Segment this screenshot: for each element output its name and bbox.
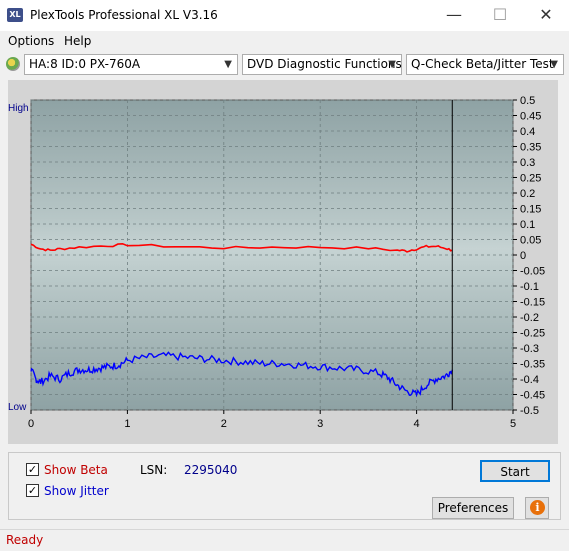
- chart-area: 012345 0.5 0.45 0.4 0.35 0.3 0.25 0.2 0.15 0.1 0.…: [8, 80, 558, 444]
- x-tick-label: 3: [317, 418, 323, 430]
- y-tick-label: -0.2: [520, 312, 539, 324]
- y-tick-label: 0.15: [520, 204, 541, 216]
- menu-options[interactable]: Options: [8, 34, 54, 48]
- y-tick-label: 0.5: [520, 95, 535, 107]
- window-title: PlexTools Professional XL V3.16: [30, 8, 218, 22]
- chevron-down-icon: ▼: [550, 59, 558, 70]
- minimize-button[interactable]: —: [431, 0, 477, 31]
- y-tick-label: -0.3: [520, 343, 539, 355]
- y-tick-label: 0.25: [520, 173, 541, 185]
- y-tick-label: 0.2: [520, 188, 535, 200]
- drive-select-value: HA:8 ID:0 PX-760A: [29, 57, 141, 71]
- y-tick-label: -0.05: [520, 266, 545, 278]
- show-jitter-label[interactable]: Show Jitter: [44, 484, 109, 498]
- y-tick-label: 0.35: [520, 142, 541, 154]
- y-tick-label: -0.1: [520, 281, 539, 293]
- x-tick-label: 4: [414, 418, 420, 430]
- y-tick-label: -0.45: [520, 390, 545, 402]
- menu-help[interactable]: Help: [64, 34, 91, 48]
- status-text: Ready: [6, 533, 44, 547]
- drive-select[interactable]: HA:8 ID:0 PX-760A ▼: [24, 54, 238, 75]
- y-tick-label: -0.5: [520, 405, 539, 417]
- y-tick-label: 0.45: [520, 111, 541, 123]
- close-button[interactable]: ✕: [523, 0, 569, 31]
- maximize-button[interactable]: ☐: [477, 0, 523, 31]
- disc-drive-icon: [6, 57, 20, 71]
- preferences-button[interactable]: Preferences: [432, 497, 514, 519]
- y-tick-label: 0.1: [520, 219, 535, 231]
- high-label: High: [8, 103, 29, 114]
- y-tick-label: -0.35: [520, 359, 545, 371]
- status-bar: [0, 529, 569, 551]
- show-jitter-checkbox[interactable]: ✓: [26, 484, 39, 497]
- y-tick-label: 0.05: [520, 235, 541, 247]
- y-tick-label: 0.4: [520, 126, 535, 138]
- lsn-label: LSN:: [140, 463, 168, 477]
- y-tick-label: 0: [520, 250, 526, 262]
- show-beta-label[interactable]: Show Beta: [44, 463, 108, 477]
- x-tick-label: 1: [124, 418, 130, 430]
- x-tick-label: 0: [28, 418, 34, 430]
- x-tick-label: 2: [221, 418, 227, 430]
- chevron-down-icon: ▼: [224, 59, 232, 70]
- x-axis: 0 1 2 3 4 5: [28, 410, 516, 430]
- function-select-value: DVD Diagnostic Functions: [247, 57, 402, 71]
- test-select[interactable]: Q-Check Beta/Jitter Test ▼: [406, 54, 564, 75]
- lsn-value: 2295040: [184, 463, 238, 477]
- x-tick-label: 5: [510, 418, 516, 430]
- chevron-down-icon: ▼: [388, 59, 396, 70]
- show-beta-checkbox[interactable]: ✓: [26, 463, 39, 476]
- app-logo-icon: XL: [7, 8, 23, 22]
- start-button[interactable]: Start: [480, 460, 550, 482]
- y-tick-label: -0.4: [520, 374, 539, 386]
- y-axis-right: 0.5 0.45 0.4 0.35 0.3 0.25 0.2 0.15 0.1 0.05 0 -0.0…: [513, 95, 545, 417]
- y-tick-label: 0.3: [520, 157, 535, 169]
- info-icon: i: [530, 500, 545, 515]
- test-select-value: Q-Check Beta/Jitter Test: [411, 57, 554, 71]
- function-select[interactable]: DVD Diagnostic Functions ▼: [242, 54, 402, 75]
- grid: [30, 99, 514, 411]
- low-label: Low: [8, 402, 27, 413]
- y-tick-label: -0.25: [520, 328, 545, 340]
- beta-jitter-chart: 012345 0.50.450.40.350.30.250.20.150.10.…: [8, 95, 545, 430]
- info-button[interactable]: i: [525, 497, 549, 519]
- y-tick-label: -0.15: [520, 297, 545, 309]
